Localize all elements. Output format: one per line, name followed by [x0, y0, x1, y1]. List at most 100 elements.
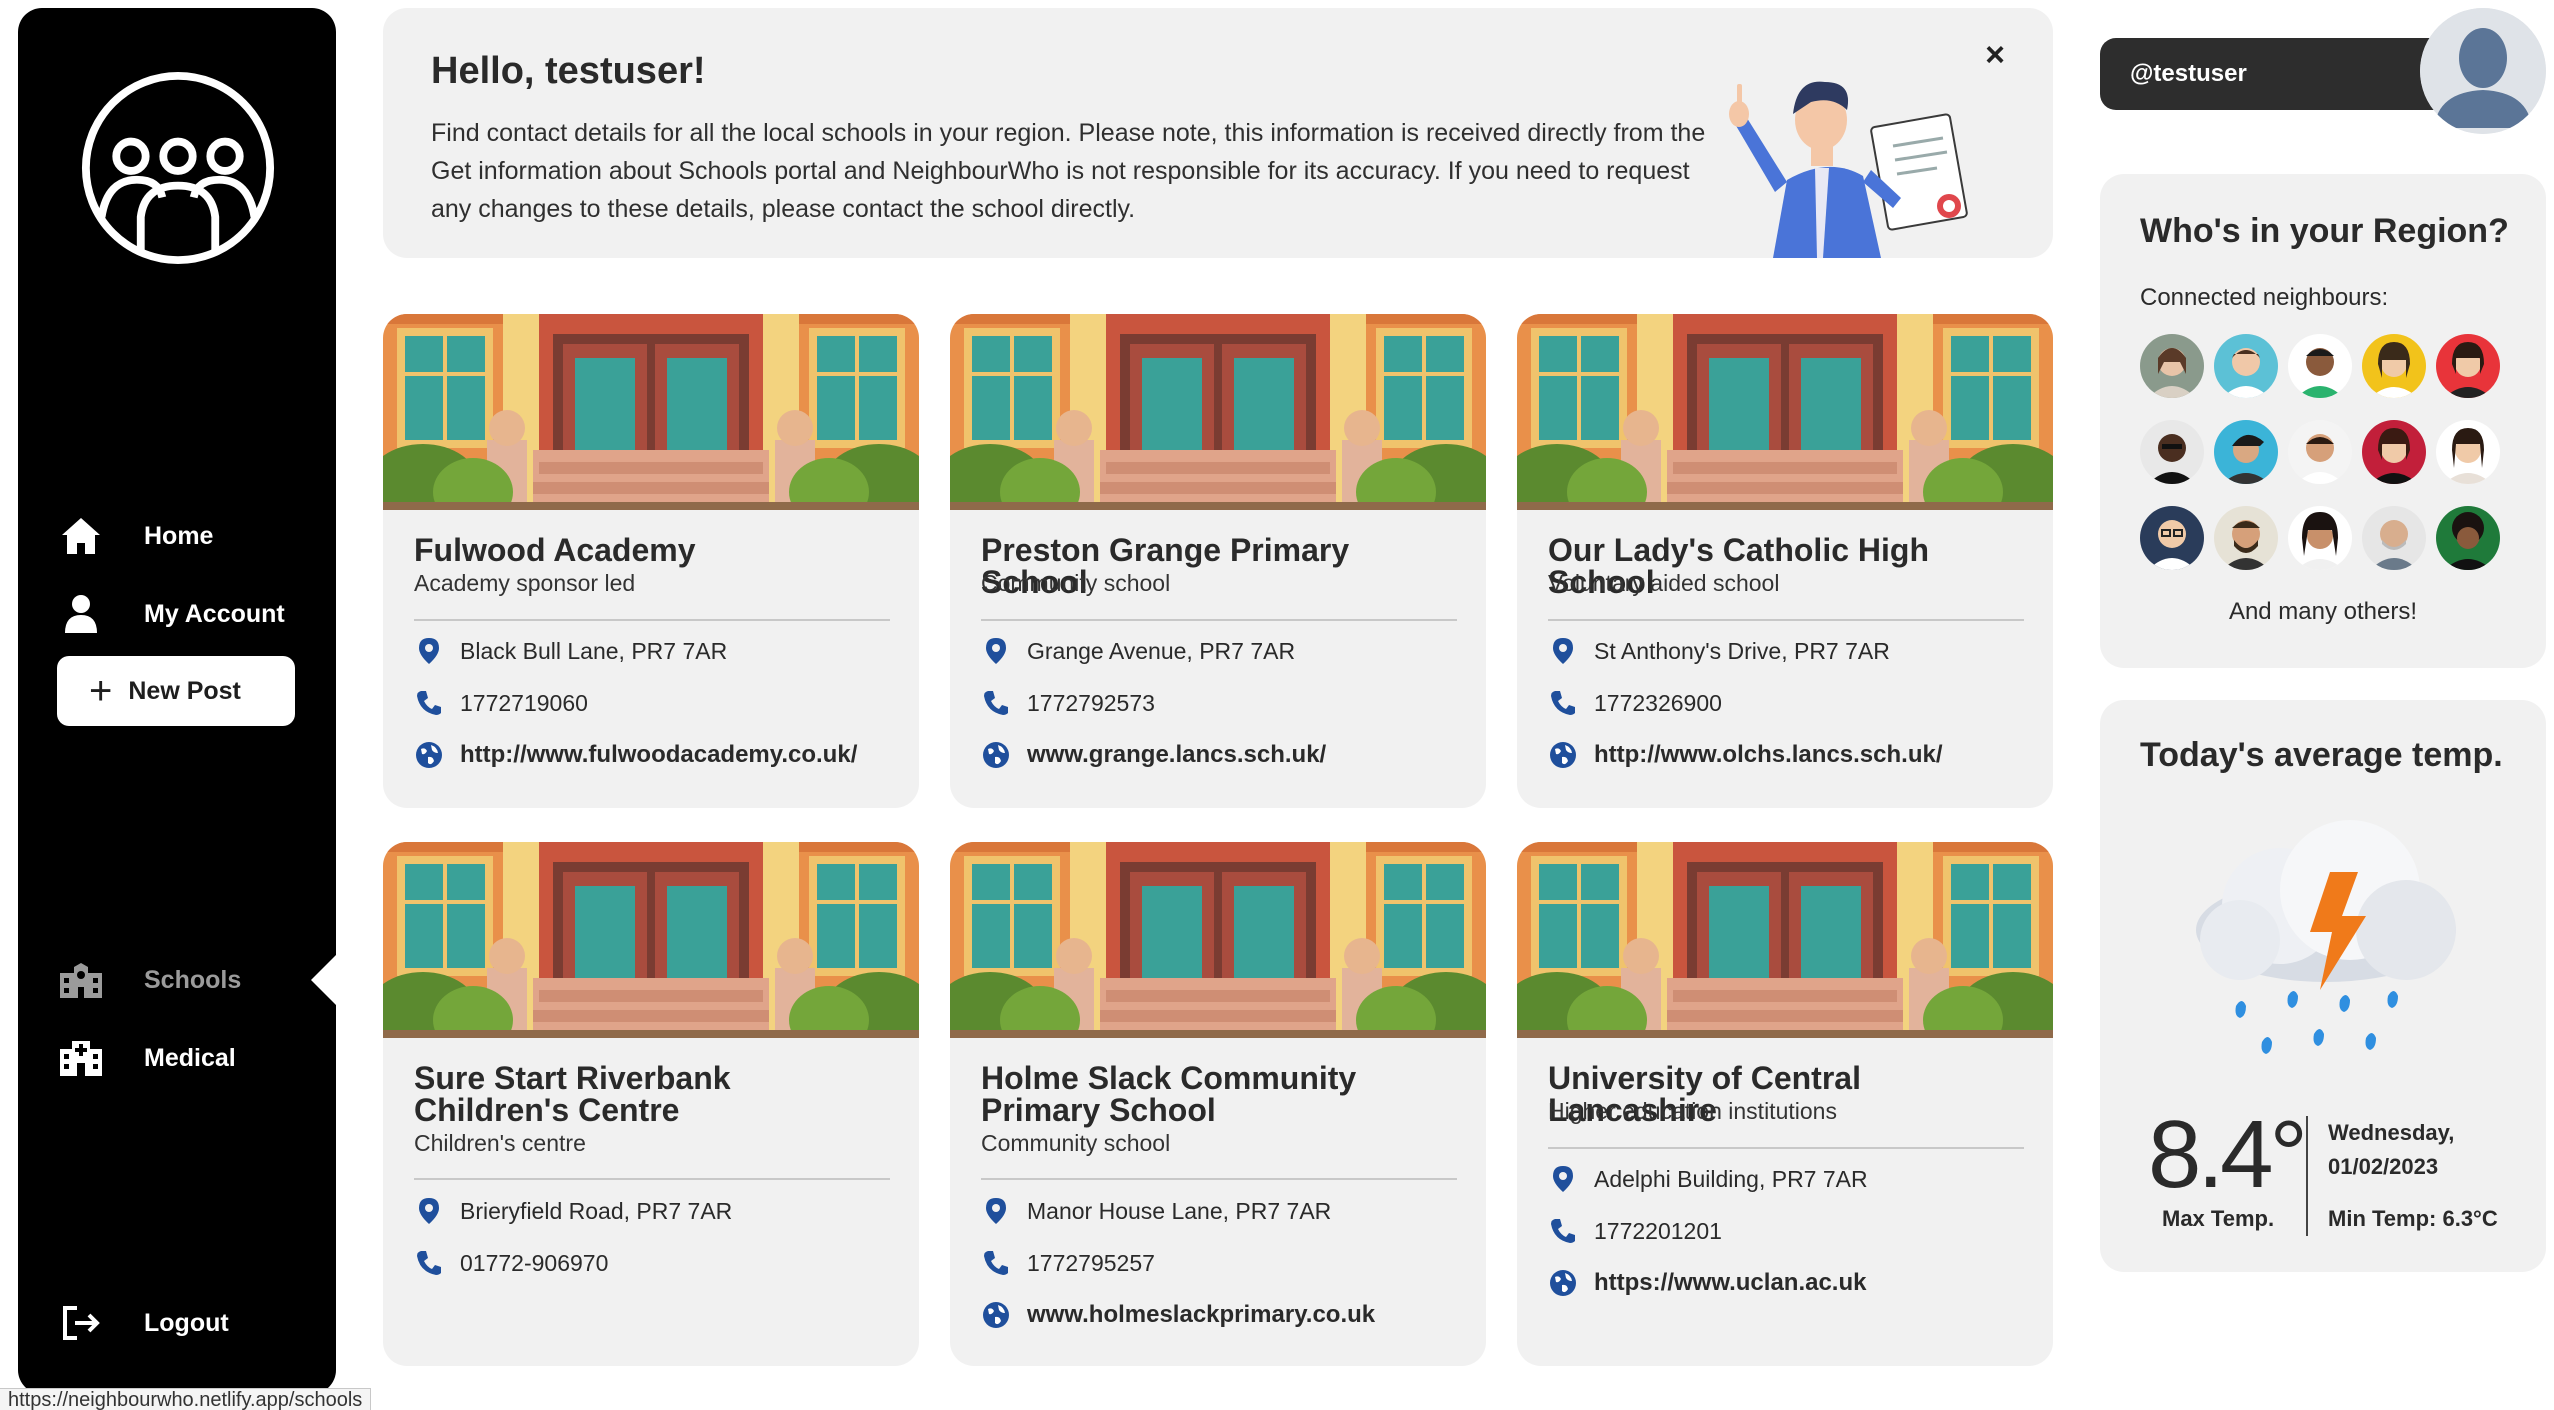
phone-icon: [414, 1248, 444, 1278]
school-building-image: [383, 842, 919, 1038]
divider: [2306, 1116, 2308, 1236]
location-pin-icon: [414, 636, 444, 666]
address-text: St Anthony's Drive, PR7 7AR: [1594, 637, 1890, 664]
region-panel: Who's in your Region? Connected neighbou…: [2100, 174, 2546, 668]
school-phone[interactable]: 1772719060: [414, 688, 588, 718]
school-card[interactable]: Holme Slack Community Primary School Com…: [950, 842, 1486, 1366]
school-card[interactable]: Preston Grange Primary School Community …: [950, 314, 1486, 808]
close-banner-button[interactable]: ×: [1985, 36, 2005, 75]
school-building-image: [950, 842, 1486, 1038]
location-pin-icon: [414, 1196, 444, 1226]
neighbour-avatars: [2140, 334, 2520, 570]
neighbour-avatar[interactable]: [2214, 420, 2278, 484]
school-website-link[interactable]: http://www.olchs.lancs.sch.uk/: [1548, 740, 1943, 770]
app-logo-icon[interactable]: [80, 70, 276, 266]
weather-day: Wednesday,: [2328, 1120, 2455, 1145]
hospital-icon: [58, 1035, 104, 1081]
new-post-label: New Post: [128, 676, 241, 705]
school-phone[interactable]: 1772792573: [981, 688, 1155, 718]
school-type: Community school: [981, 1130, 1171, 1156]
sidebar-item-my-account[interactable]: My Account: [58, 584, 318, 644]
neighbour-avatar[interactable]: [2436, 420, 2500, 484]
location-pin-icon: [1548, 1164, 1578, 1194]
school-card[interactable]: Fulwood Academy Academy sponsor led Blac…: [383, 314, 919, 808]
neighbour-avatar[interactable]: [2362, 420, 2426, 484]
logout-button[interactable]: Logout: [58, 1293, 318, 1353]
school-phone[interactable]: 1772201201: [1548, 1216, 1722, 1246]
school-website-link[interactable]: https://www.uclan.ac.uk: [1548, 1268, 1866, 1298]
school-address: Black Bull Lane, PR7 7AR: [414, 636, 727, 666]
neighbour-avatar[interactable]: [2436, 506, 2500, 570]
phone-icon: [414, 688, 444, 718]
region-title: Who's in your Region?: [2140, 212, 2509, 250]
divider: [981, 619, 1457, 621]
neighbour-avatar[interactable]: [2362, 334, 2426, 398]
globe-icon: [1548, 1268, 1578, 1298]
school-address: Brieryfield Road, PR7 7AR: [414, 1196, 732, 1226]
neighbour-avatar[interactable]: [2362, 506, 2426, 570]
neighbour-avatar[interactable]: [2288, 506, 2352, 570]
neighbour-avatar[interactable]: [2288, 420, 2352, 484]
school-card[interactable]: Our Lady's Catholic High School Voluntar…: [1517, 314, 2053, 808]
phone-text: 1772201201: [1594, 1217, 1722, 1244]
sidebar-item-home[interactable]: Home: [58, 506, 318, 566]
sidebar-item-label: Home: [144, 521, 214, 550]
address-text: Adelphi Building, PR7 7AR: [1594, 1165, 1868, 1192]
logout-icon: [58, 1300, 104, 1346]
school-building-image: [950, 314, 1486, 510]
school-address: Grange Avenue, PR7 7AR: [981, 636, 1295, 666]
phone-text: 1772326900: [1594, 689, 1722, 716]
weather-title: Today's average temp.: [2140, 736, 2503, 774]
address-text: Black Bull Lane, PR7 7AR: [460, 637, 728, 664]
user-handle-pill[interactable]: @testuser: [2100, 38, 2460, 110]
school-type: Community school: [981, 570, 1171, 596]
school-type: Children's centre: [414, 1130, 586, 1156]
school-card[interactable]: University of Central Lancashire Higher …: [1517, 842, 2053, 1366]
new-post-button[interactable]: + New Post: [57, 656, 295, 726]
divider: [1548, 619, 2024, 621]
neighbour-avatar[interactable]: [2214, 506, 2278, 570]
website-text: http://www.olchs.lancs.sch.uk/: [1594, 741, 1943, 768]
neighbour-avatar[interactable]: [2140, 420, 2204, 484]
school-type: Voluntary aided school: [1548, 570, 1780, 596]
phone-text: 1772719060: [460, 689, 588, 716]
weather-date-value: 01/02/2023: [2328, 1154, 2439, 1179]
close-icon: ×: [1985, 36, 2005, 74]
school-address: Manor House Lane, PR7 7AR: [981, 1196, 1331, 1226]
neighbour-avatar[interactable]: [2140, 506, 2204, 570]
divider: [414, 619, 890, 621]
school-type: Academy sponsor led: [414, 570, 636, 596]
neighbour-avatar[interactable]: [2288, 334, 2352, 398]
user-handle: @testuser: [2130, 60, 2247, 87]
neighbour-avatar[interactable]: [2140, 334, 2204, 398]
avatar[interactable]: [2420, 8, 2546, 134]
sidebar-item-medical[interactable]: Medical: [58, 1028, 318, 1088]
globe-icon: [981, 1300, 1011, 1330]
address-text: Brieryfield Road, PR7 7AR: [460, 1197, 733, 1224]
logout-label: Logout: [144, 1308, 229, 1337]
sidebar: Home My Account + New Post Schools Medic…: [18, 8, 337, 1394]
school-building-image: [383, 314, 919, 510]
welcome-banner: Hello, testuser! Find contact details fo…: [383, 8, 2053, 258]
website-text: https://www.uclan.ac.uk: [1594, 1269, 1867, 1296]
phone-icon: [981, 688, 1011, 718]
school-card[interactable]: Sure Start Riverbank Children's Centre C…: [383, 842, 919, 1366]
school-website-link[interactable]: http://www.fulwoodacademy.co.uk/: [414, 740, 857, 770]
school-phone[interactable]: 1772326900: [1548, 688, 1722, 718]
neighbour-avatar[interactable]: [2214, 334, 2278, 398]
school-website-link[interactable]: www.holmeslackprimary.co.uk: [981, 1300, 1375, 1330]
school-phone[interactable]: 1772795257: [981, 1248, 1155, 1278]
divider: [981, 1178, 1457, 1180]
neighbour-avatar[interactable]: [2436, 334, 2500, 398]
welcome-text: Find contact details for all the local s…: [431, 119, 1706, 223]
link-preview-statusbar: https://neighbourwho.netlify.app/schools: [0, 1388, 372, 1410]
school-address: Adelphi Building, PR7 7AR: [1548, 1164, 1868, 1194]
school-name: Holme Slack Community Primary School: [981, 1060, 1357, 1128]
school-phone[interactable]: 01772-906970: [414, 1248, 608, 1278]
school-website-link[interactable]: www.grange.lancs.sch.uk/: [981, 740, 1326, 770]
region-footer: And many others!: [2228, 598, 2418, 625]
school-type: Higher education institutions: [1548, 1098, 1837, 1124]
divider: [414, 1178, 890, 1180]
school-name: Sure Start Riverbank Children's Centre: [414, 1060, 731, 1128]
sidebar-item-schools[interactable]: Schools: [58, 950, 318, 1010]
